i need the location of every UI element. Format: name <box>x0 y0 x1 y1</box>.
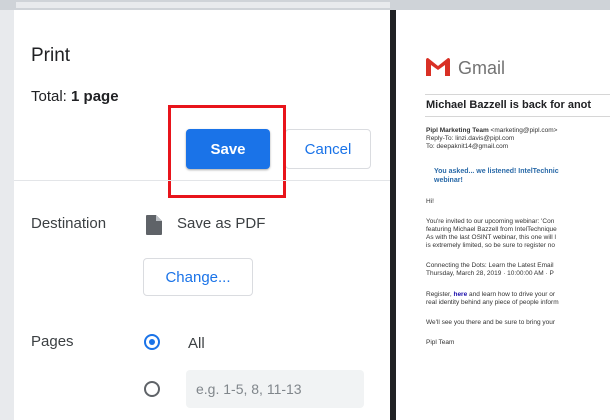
section-divider <box>14 180 390 181</box>
signoff: Pipl Team <box>426 339 455 346</box>
total-value: 1 page <box>71 88 119 105</box>
destination-label: Destination <box>31 215 107 232</box>
event-datetime: Thursday, March 28, 2019 · 10:00:00 AM ·… <box>426 270 554 277</box>
body-line: is extremely limited, so be sure to regi… <box>426 242 555 249</box>
pages-all-radio[interactable] <box>144 334 160 350</box>
pages-label: Pages <box>31 333 74 350</box>
pages-custom-radio[interactable] <box>144 381 160 397</box>
page-total: Total: 1 page <box>31 88 119 105</box>
change-destination-button[interactable]: Change... <box>143 258 253 296</box>
from-line: Pipl Marketing Team <marketing@pipl.com> <box>426 127 557 135</box>
to-line: To: deepaknit14@gmail.com <box>426 143 509 150</box>
print-preview: Gmail Michael Bazzell is back for anot P… <box>396 10 610 420</box>
window-top-bar <box>0 0 610 10</box>
greeting: Hi! <box>426 198 434 205</box>
reply-to-line: Reply-To: linzi.davis@pipl.com <box>426 135 515 142</box>
pages-custom-input[interactable] <box>186 370 364 408</box>
register-line: Register, here and learn how to drive yo… <box>426 291 555 299</box>
dialog-title: Print <box>31 45 71 66</box>
header-rule <box>425 94 610 95</box>
from-email: <marketing@pipl.com> <box>490 127 558 134</box>
closing-line: We'll see you there and be sure to bring… <box>426 319 556 326</box>
register-suffix: and learn how to drive your or <box>467 291 556 298</box>
body-line: featuring Michael Bazzell from IntelTech… <box>426 226 557 233</box>
cancel-button[interactable]: Cancel <box>285 129 371 169</box>
email-headline-line2: webinar! <box>434 177 463 184</box>
body-line: You're invited to our upcoming webinar: … <box>426 218 555 225</box>
total-label: Total: <box>31 88 72 105</box>
pages-all-label: All <box>188 335 205 352</box>
destination-value: Save as PDF <box>177 215 266 232</box>
window-left-edge <box>0 10 14 420</box>
print-settings-panel: Print Total: 1 page Save Cancel Destinat… <box>14 10 390 420</box>
save-button[interactable]: Save <box>186 129 270 169</box>
register-link[interactable]: here <box>453 291 467 298</box>
subject-rule <box>425 116 610 117</box>
gmail-wordmark: Gmail <box>458 58 506 78</box>
email-subject: Michael Bazzell is back for anot <box>426 99 592 111</box>
title-bar-strip <box>16 2 390 8</box>
body-line: real identity behind any piece of people… <box>426 299 559 306</box>
from-name: Pipl Marketing Team <box>426 127 489 134</box>
file-icon <box>146 215 162 235</box>
email-headline-line1: You asked... we listened! IntelTechnic <box>434 168 559 175</box>
register-prefix: Register, <box>426 291 454 298</box>
event-title: Connecting the Dots: Learn the Latest Em… <box>426 262 554 269</box>
gmail-logo-icon <box>426 58 450 76</box>
body-line: As with the last OSINT webinar, this one… <box>426 234 556 241</box>
